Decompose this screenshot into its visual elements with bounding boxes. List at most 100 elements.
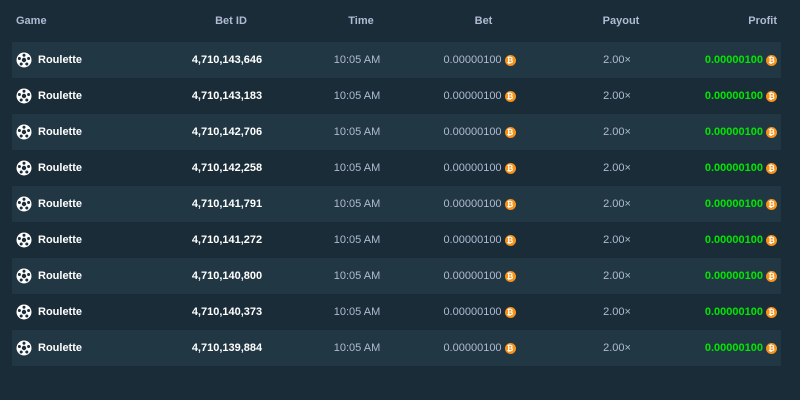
profit-cell: 0.00000100 ₿ bbox=[687, 126, 781, 138]
bitcoin-icon: ₿ bbox=[504, 342, 516, 354]
bitcoin-icon: ₿ bbox=[504, 126, 516, 138]
roulette-wheel-icon bbox=[16, 88, 32, 104]
bet-id[interactable]: 4,710,143,183 bbox=[152, 90, 302, 102]
bet-amount-cell: 0.00000100 ₿ bbox=[412, 270, 547, 282]
table-row[interactable]: Roulette 4,710,142,258 10:05 AM 0.000001… bbox=[12, 150, 781, 186]
payout: 2.00× bbox=[603, 270, 631, 282]
game-cell[interactable]: Roulette bbox=[12, 124, 152, 140]
roulette-wheel-icon bbox=[16, 232, 32, 248]
payout: 2.00× bbox=[603, 126, 631, 138]
game-cell[interactable]: Roulette bbox=[12, 304, 152, 320]
table-row[interactable]: Roulette 4,710,140,800 10:05 AM 0.000001… bbox=[12, 258, 781, 294]
bet-amount-cell: 0.00000100 ₿ bbox=[412, 162, 547, 174]
profit-cell: 0.00000100 ₿ bbox=[687, 162, 781, 174]
profit-cell: 0.00000100 ₿ bbox=[687, 234, 781, 246]
bet-time: 10:05 AM bbox=[333, 54, 381, 66]
bet-id[interactable]: 4,710,139,884 bbox=[152, 342, 302, 354]
table-row[interactable]: Roulette 4,710,143,646 10:05 AM 0.000001… bbox=[12, 42, 781, 78]
roulette-wheel-icon bbox=[16, 340, 32, 356]
payout: 2.00× bbox=[603, 342, 631, 354]
profit-amount: 0.00000100 bbox=[704, 90, 763, 102]
bitcoin-icon: ₿ bbox=[504, 234, 516, 246]
bitcoin-icon: ₿ bbox=[504, 270, 516, 282]
bet-amount: 0.00000100 bbox=[443, 270, 502, 282]
table-row[interactable]: Roulette 4,710,143,183 10:05 AM 0.000001… bbox=[12, 78, 781, 114]
profit-amount: 0.00000100 bbox=[704, 342, 763, 354]
bitcoin-icon: ₿ bbox=[504, 54, 516, 66]
bet-time: 10:05 AM bbox=[333, 306, 381, 318]
payout: 2.00× bbox=[603, 162, 631, 174]
payout: 2.00× bbox=[603, 306, 631, 318]
profit-cell: 0.00000100 ₿ bbox=[687, 198, 781, 210]
roulette-wheel-icon bbox=[16, 160, 32, 176]
bet-time: 10:05 AM bbox=[333, 90, 381, 102]
game-cell[interactable]: Roulette bbox=[12, 232, 152, 248]
profit-cell: 0.00000100 ₿ bbox=[687, 54, 781, 66]
table-row[interactable]: Roulette 4,710,139,884 10:05 AM 0.000001… bbox=[12, 330, 781, 366]
bet-id[interactable]: 4,710,143,646 bbox=[152, 54, 302, 66]
bitcoin-icon: ₿ bbox=[766, 234, 777, 246]
header-bet: Bet bbox=[474, 15, 493, 27]
bet-amount-cell: 0.00000100 ₿ bbox=[412, 126, 547, 138]
bet-amount-cell: 0.00000100 ₿ bbox=[412, 54, 547, 66]
game-name: Roulette bbox=[38, 342, 82, 354]
profit-amount: 0.00000100 bbox=[704, 198, 763, 210]
bet-amount: 0.00000100 bbox=[443, 126, 502, 138]
game-cell[interactable]: Roulette bbox=[12, 268, 152, 284]
bet-time: 10:05 AM bbox=[333, 234, 381, 246]
game-cell[interactable]: Roulette bbox=[12, 52, 152, 68]
game-name: Roulette bbox=[38, 162, 82, 174]
header-bet-id: Bet ID bbox=[215, 15, 247, 27]
header-profit: Profit bbox=[748, 15, 777, 27]
bet-amount: 0.00000100 bbox=[443, 342, 502, 354]
bet-time: 10:05 AM bbox=[333, 342, 381, 354]
roulette-wheel-icon bbox=[16, 124, 32, 140]
bet-amount-cell: 0.00000100 ₿ bbox=[412, 90, 547, 102]
bitcoin-icon: ₿ bbox=[504, 162, 516, 174]
table-body: Roulette 4,710,143,646 10:05 AM 0.000001… bbox=[12, 42, 781, 366]
bet-id[interactable]: 4,710,141,272 bbox=[152, 234, 302, 246]
table-header: Game Bet ID Time Bet Payout Profit bbox=[12, 0, 781, 42]
table-row[interactable]: Roulette 4,710,142,706 10:05 AM 0.000001… bbox=[12, 114, 781, 150]
profit-amount: 0.00000100 bbox=[704, 126, 763, 138]
bitcoin-icon: ₿ bbox=[504, 306, 516, 318]
bet-id[interactable]: 4,710,142,258 bbox=[152, 162, 302, 174]
profit-amount: 0.00000100 bbox=[704, 306, 763, 318]
game-cell[interactable]: Roulette bbox=[12, 196, 152, 212]
game-name: Roulette bbox=[38, 126, 82, 138]
bet-id[interactable]: 4,710,142,706 bbox=[152, 126, 302, 138]
game-cell[interactable]: Roulette bbox=[12, 160, 152, 176]
game-name: Roulette bbox=[38, 306, 82, 318]
bet-amount-cell: 0.00000100 ₿ bbox=[412, 306, 547, 318]
header-payout: Payout bbox=[602, 15, 640, 27]
header-time: Time bbox=[348, 15, 374, 27]
bet-amount: 0.00000100 bbox=[443, 234, 502, 246]
profit-amount: 0.00000100 bbox=[704, 162, 763, 174]
bet-amount-cell: 0.00000100 ₿ bbox=[412, 234, 547, 246]
table-row[interactable]: Roulette 4,710,141,791 10:05 AM 0.000001… bbox=[12, 186, 781, 222]
bet-amount-cell: 0.00000100 ₿ bbox=[412, 198, 547, 210]
bet-amount-cell: 0.00000100 ₿ bbox=[412, 342, 547, 354]
bet-id[interactable]: 4,710,141,791 bbox=[152, 198, 302, 210]
game-cell[interactable]: Roulette bbox=[12, 88, 152, 104]
bitcoin-icon: ₿ bbox=[504, 198, 516, 210]
profit-amount: 0.00000100 bbox=[704, 54, 763, 66]
bet-amount: 0.00000100 bbox=[443, 54, 502, 66]
bitcoin-icon: ₿ bbox=[766, 342, 777, 354]
table-row[interactable]: Roulette 4,710,140,373 10:05 AM 0.000001… bbox=[12, 294, 781, 330]
game-name: Roulette bbox=[38, 90, 82, 102]
bitcoin-icon: ₿ bbox=[766, 54, 777, 66]
game-name: Roulette bbox=[38, 234, 82, 246]
bet-id[interactable]: 4,710,140,373 bbox=[152, 306, 302, 318]
game-name: Roulette bbox=[38, 198, 82, 210]
bet-amount: 0.00000100 bbox=[443, 162, 502, 174]
bet-id[interactable]: 4,710,140,800 bbox=[152, 270, 302, 282]
bitcoin-icon: ₿ bbox=[766, 90, 777, 102]
roulette-wheel-icon bbox=[16, 52, 32, 68]
table-row[interactable]: Roulette 4,710,141,272 10:05 AM 0.000001… bbox=[12, 222, 781, 258]
payout: 2.00× bbox=[603, 198, 631, 210]
bet-time: 10:05 AM bbox=[333, 162, 381, 174]
profit-amount: 0.00000100 bbox=[704, 270, 763, 282]
game-cell[interactable]: Roulette bbox=[12, 340, 152, 356]
game-name: Roulette bbox=[38, 54, 82, 66]
